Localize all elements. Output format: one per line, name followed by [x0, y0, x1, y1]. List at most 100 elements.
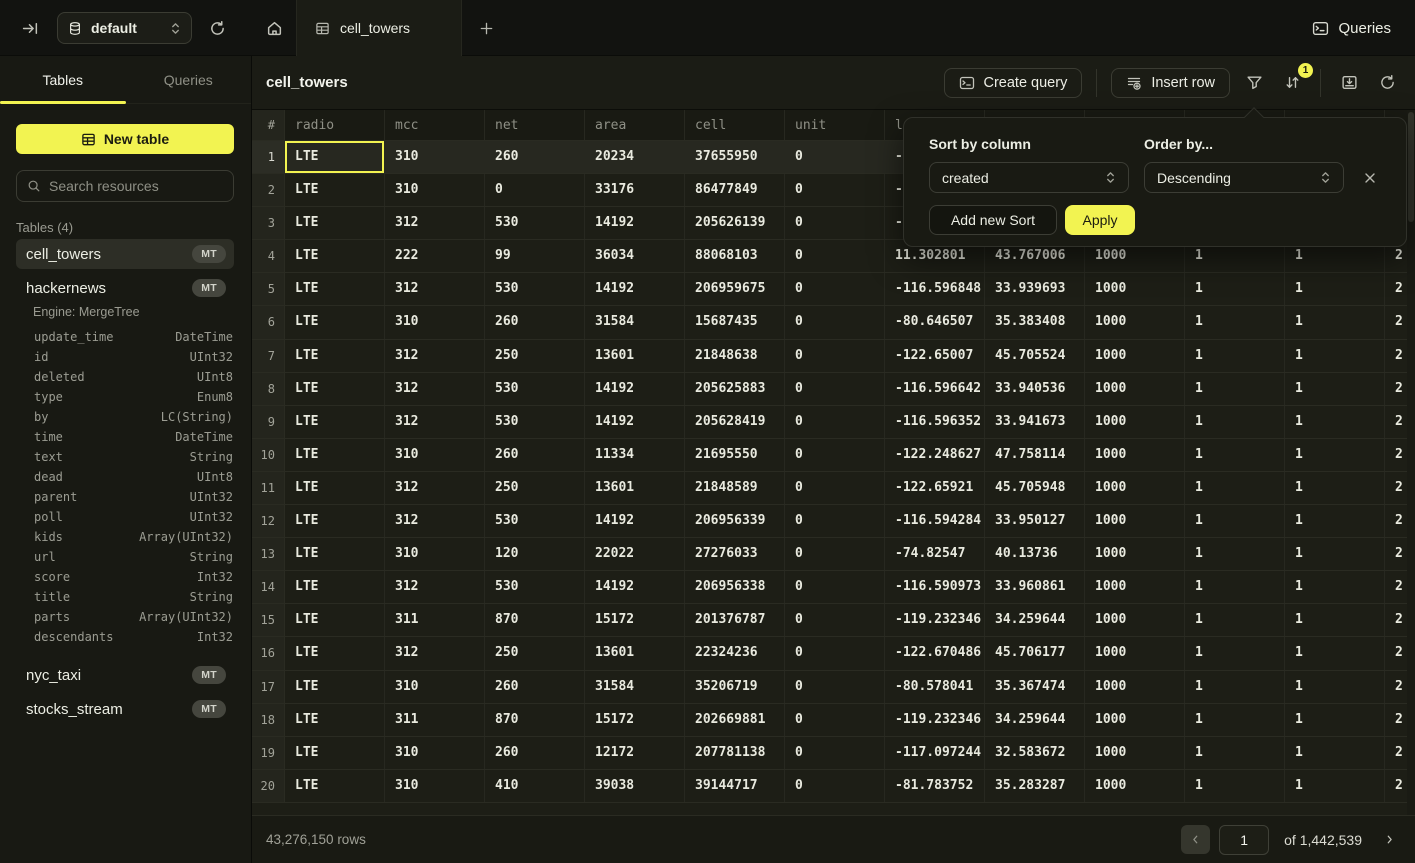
cell[interactable]: 12172 [585, 737, 685, 769]
cell[interactable]: -122.670486 [885, 637, 985, 669]
cell[interactable]: -122.248627 [885, 439, 985, 471]
cell[interactable]: 1 [1285, 340, 1385, 372]
cell[interactable]: 0 [785, 704, 885, 736]
cell[interactable]: 33.960861 [985, 571, 1085, 603]
cell[interactable]: 0 [785, 207, 885, 239]
cell[interactable]: LTE [285, 340, 385, 372]
cell[interactable]: 0 [785, 604, 885, 636]
cell[interactable]: 311 [385, 604, 485, 636]
table-row[interactable]: 15LTE311870151722013767870-119.23234634.… [252, 604, 1415, 637]
cell[interactable]: 39038 [585, 770, 685, 802]
table-row[interactable]: 10LTE31026011334216955500-122.24862747.7… [252, 439, 1415, 472]
cell[interactable]: 39144717 [685, 770, 785, 802]
cell[interactable]: 222 [385, 240, 485, 272]
sort-column-select[interactable]: created [929, 162, 1129, 193]
cell[interactable]: 14192 [585, 571, 685, 603]
page-number-input[interactable] [1219, 825, 1269, 855]
cell[interactable]: 13601 [585, 637, 685, 669]
cell[interactable]: 207781138 [685, 737, 785, 769]
cell[interactable]: LTE [285, 273, 385, 305]
cell[interactable]: 250 [485, 637, 585, 669]
sidebar-item-cell-towers[interactable]: cell_towers MT [16, 239, 234, 269]
cell[interactable]: 250 [485, 340, 585, 372]
cell[interactable]: 1 [1185, 637, 1285, 669]
cell[interactable]: -74.82547 [885, 538, 985, 570]
cell[interactable]: LTE [285, 737, 385, 769]
sidebar-collapse-icon[interactable] [16, 14, 44, 42]
cell[interactable]: 1 [1285, 406, 1385, 438]
cell[interactable]: 120 [485, 538, 585, 570]
cell[interactable]: 260 [485, 737, 585, 769]
cell[interactable]: 1 [1285, 439, 1385, 471]
cell[interactable]: 1000 [1085, 737, 1185, 769]
filter-icon[interactable] [1240, 69, 1268, 97]
cell[interactable]: 22022 [585, 538, 685, 570]
cell[interactable]: 1 [1185, 373, 1285, 405]
cell[interactable]: LTE [285, 207, 385, 239]
cell[interactable]: 0 [785, 306, 885, 338]
cell[interactable]: 870 [485, 704, 585, 736]
cell[interactable]: 45.705524 [985, 340, 1085, 372]
cell[interactable]: 1000 [1085, 340, 1185, 372]
cell[interactable]: 36034 [585, 240, 685, 272]
sidebar-item-hackernews[interactable]: hackernews MT [16, 273, 234, 303]
table-row[interactable]: 17LTE31026031584352067190-80.57804135.36… [252, 671, 1415, 704]
cell[interactable]: 1000 [1085, 505, 1185, 537]
cell[interactable]: 14192 [585, 207, 685, 239]
cell[interactable]: 1 [1185, 704, 1285, 736]
cell[interactable]: 1 [1185, 604, 1285, 636]
cell[interactable]: 1 [1185, 538, 1285, 570]
cell[interactable]: 1000 [1085, 373, 1185, 405]
cell[interactable]: 312 [385, 406, 485, 438]
table-row[interactable]: 13LTE31012022022272760330-74.8254740.137… [252, 538, 1415, 571]
cell[interactable]: 205626139 [685, 207, 785, 239]
cell[interactable]: 86477849 [685, 174, 785, 206]
search-input[interactable] [49, 178, 230, 194]
cell[interactable]: 27276033 [685, 538, 785, 570]
cell[interactable]: LTE [285, 306, 385, 338]
cell[interactable]: 1 [1285, 373, 1385, 405]
cell[interactable]: 310 [385, 671, 485, 703]
cell[interactable]: 33.941673 [985, 406, 1085, 438]
cell[interactable]: -81.783752 [885, 770, 985, 802]
cell[interactable]: 1 [1285, 505, 1385, 537]
table-row[interactable]: 14LTE312530141922069563380-116.59097333.… [252, 571, 1415, 604]
table-row[interactable]: 6LTE31026031584156874350-80.64650735.383… [252, 306, 1415, 339]
cell[interactable]: 47.758114 [985, 439, 1085, 471]
cell[interactable]: 530 [485, 571, 585, 603]
cell[interactable]: 0 [785, 571, 885, 603]
sidebar-item-stocks-stream[interactable]: stocks_stream MT [16, 694, 234, 724]
cell[interactable]: 22324236 [685, 637, 785, 669]
table-row[interactable]: 8LTE312530141922056258830-116.59664233.9… [252, 373, 1415, 406]
column-header[interactable]: mcc [385, 110, 485, 140]
table-row[interactable]: 12LTE312530141922069563390-116.59428433.… [252, 505, 1415, 538]
cell[interactable]: -116.590973 [885, 571, 985, 603]
cell[interactable]: 1000 [1085, 406, 1185, 438]
table-row[interactable]: 18LTE311870151722026698810-119.23234634.… [252, 704, 1415, 737]
cell[interactable]: LTE [285, 671, 385, 703]
cell[interactable]: 21695550 [685, 439, 785, 471]
cell[interactable]: 1 [1185, 671, 1285, 703]
cell[interactable]: -122.65921 [885, 472, 985, 504]
cell[interactable]: 260 [485, 141, 585, 173]
cell[interactable]: 33.939693 [985, 273, 1085, 305]
cell[interactable]: 31584 [585, 306, 685, 338]
cell[interactable]: 1 [1185, 472, 1285, 504]
table-row[interactable]: 9LTE312530141922056284190-116.59635233.9… [252, 406, 1415, 439]
new-table-button[interactable]: New table [16, 124, 234, 154]
cell[interactable]: 31584 [585, 671, 685, 703]
remove-sort-icon[interactable] [1360, 168, 1380, 188]
cell[interactable]: 1 [1285, 704, 1385, 736]
cell[interactable]: 312 [385, 505, 485, 537]
cell[interactable]: 0 [785, 637, 885, 669]
cell[interactable]: 0 [785, 671, 885, 703]
cell[interactable]: 1000 [1085, 604, 1185, 636]
cell[interactable]: 312 [385, 637, 485, 669]
cell[interactable]: 99 [485, 240, 585, 272]
cell[interactable]: LTE [285, 571, 385, 603]
cell[interactable]: LTE [285, 174, 385, 206]
cell[interactable]: 530 [485, 207, 585, 239]
column-header[interactable]: cell [685, 110, 785, 140]
cell[interactable]: 0 [785, 174, 885, 206]
cell[interactable]: 45.706177 [985, 637, 1085, 669]
